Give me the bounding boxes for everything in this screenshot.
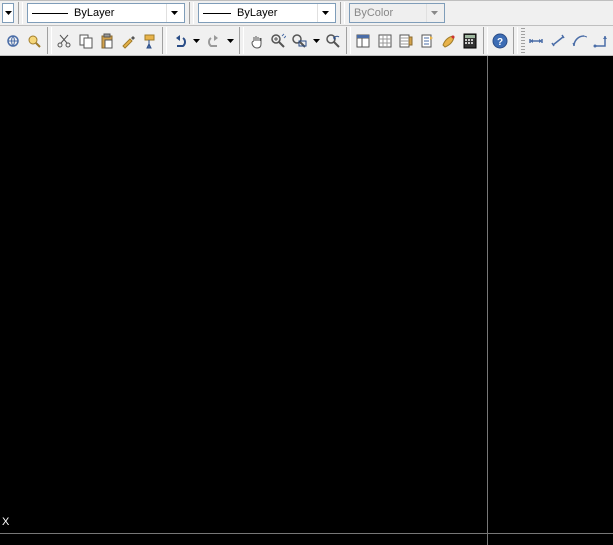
standard-toolbar: ? (0, 26, 613, 56)
separator (189, 2, 194, 24)
linetype-dropdown[interactable]: ByLayer (27, 3, 185, 23)
markup-icon[interactable] (439, 31, 458, 51)
zoom-dropdown-arrow[interactable] (312, 31, 321, 51)
undo-dropdown-arrow[interactable] (192, 31, 201, 51)
dropdown-arrow-small[interactable] (2, 3, 14, 23)
separator (513, 27, 518, 54)
separator (239, 27, 244, 54)
properties-bar: ByLayer ByLayer ByColor (0, 0, 613, 26)
help-icon[interactable]: ? (491, 31, 510, 51)
matchprop-icon[interactable] (119, 31, 138, 51)
sheetset-icon[interactable] (418, 31, 437, 51)
separator (483, 27, 488, 54)
chevron-down-icon (166, 4, 182, 22)
lineweight-value: ByLayer (237, 7, 313, 19)
linetype-swatch (32, 13, 68, 14)
cut-icon[interactable] (55, 31, 74, 51)
plotstyle-value: ByColor (354, 7, 422, 19)
paste-icon[interactable] (97, 31, 116, 51)
hyperlink-icon[interactable] (3, 31, 22, 51)
separator (162, 27, 167, 54)
linetype-value: ByLayer (74, 7, 162, 19)
zoom-window-icon[interactable] (290, 31, 309, 51)
plotstyle-dropdown[interactable]: ByColor (349, 3, 445, 23)
svg-text:?: ? (497, 37, 503, 48)
copy-icon[interactable] (76, 31, 95, 51)
toolbar-grip[interactable] (521, 28, 525, 53)
dim-linear-icon[interactable] (527, 31, 546, 51)
dim-aligned-icon[interactable] (548, 31, 567, 51)
crosshair-cursor: X (2, 516, 9, 528)
dim-arc-icon[interactable] (569, 31, 588, 51)
separator (18, 2, 23, 24)
lineweight-dropdown[interactable]: ByLayer (198, 3, 336, 23)
drawing-viewport[interactable]: X (0, 56, 613, 545)
pan-icon[interactable] (247, 31, 266, 51)
quickcalc-icon[interactable] (460, 31, 479, 51)
lineweight-swatch (203, 13, 231, 14)
zoom-realtime-icon[interactable] (268, 31, 287, 51)
viewport-divider-horizontal (0, 533, 613, 534)
zoom-previous-icon[interactable] (324, 31, 343, 51)
undo-icon[interactable] (170, 31, 189, 51)
chevron-down-icon (426, 4, 442, 22)
dim-ordinate-icon[interactable] (591, 31, 610, 51)
paintformat-icon[interactable] (140, 31, 159, 51)
separator (340, 2, 345, 24)
separator (346, 27, 351, 54)
redo-dropdown-arrow[interactable] (226, 31, 235, 51)
chevron-down-icon (317, 4, 333, 22)
properties-window-icon[interactable] (354, 31, 373, 51)
toolpalettes-icon[interactable] (396, 31, 415, 51)
redo-icon[interactable] (204, 31, 223, 51)
explorer-icon[interactable] (24, 31, 43, 51)
designcenter-icon[interactable] (375, 31, 394, 51)
viewport-divider-vertical (487, 56, 488, 545)
separator (47, 27, 52, 54)
